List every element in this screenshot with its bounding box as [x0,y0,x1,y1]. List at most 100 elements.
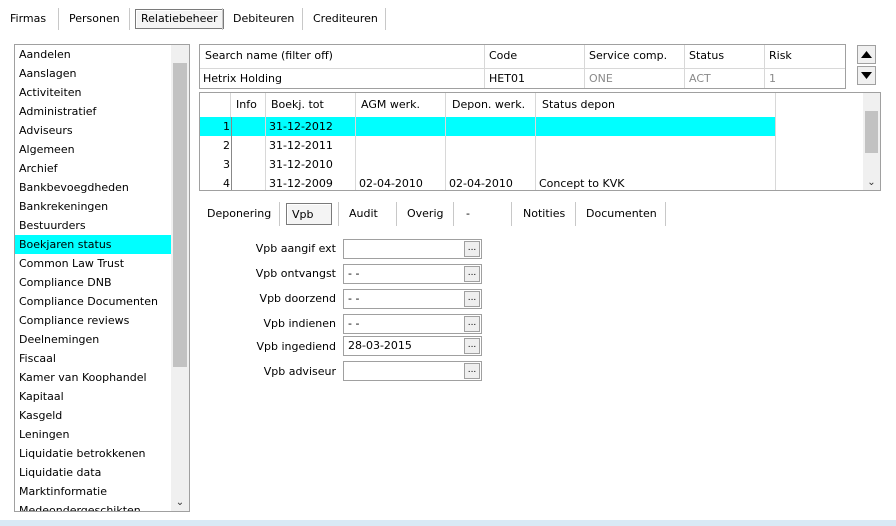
vpb-doorzend-field[interactable]: - - ... [343,289,482,309]
scrollbar-thumb[interactable] [865,111,878,153]
chevron-down-icon[interactable]: ⌄ [174,497,186,509]
grid-col-divider [231,117,232,190]
list-item[interactable]: Bankrekeningen [15,197,171,216]
grid-col-divider [775,93,776,190]
top-tab-bar: Firmas Personen Relatiebeheer Debiteuren… [0,0,896,36]
tab-vpb[interactable]: Vpb [286,203,332,225]
field-value: - - [348,292,360,305]
tab-divider [511,202,512,226]
triangle-up-icon [861,51,872,58]
grid-col-divider [535,93,536,190]
cell-boekj-tot: 31-12-2009 [269,177,333,190]
list-item[interactable]: Activiteiten [15,83,171,102]
col-header-agm-werk[interactable]: AGM werk. [358,95,420,114]
list-item[interactable]: Aanslagen [15,64,171,83]
list-item[interactable]: Compliance reviews [15,311,171,330]
next-record-button[interactable] [857,66,876,85]
list-item[interactable]: Medeondergeschikten [15,501,171,511]
tab-divider [279,202,280,226]
col-header-code[interactable]: Code [484,45,582,67]
col-header-risk[interactable]: Risk [764,45,844,67]
tab-divider [385,8,386,30]
grid-col-divider [355,93,356,190]
tab-dash[interactable]: - [466,203,470,225]
list-item[interactable]: Compliance DNB [15,273,171,292]
list-item[interactable]: Liquidatie betrokkenen [15,444,171,463]
list-item[interactable]: Marktinformatie [15,482,171,501]
col-header-service-comp[interactable]: Service comp. [584,45,682,67]
list-item[interactable]: Archief [15,159,171,178]
tab-personen[interactable]: Personen [69,10,120,28]
cell-boekj-tot: 31-12-2011 [269,139,333,152]
category-list[interactable]: Aandelen Aanslagen Activiteiten Administ… [14,44,190,512]
row-number: 1 [223,120,230,133]
ellipsis-button[interactable]: ... [464,316,480,332]
tab-overig[interactable]: Overig [407,203,444,225]
row-number: 2 [223,139,230,152]
tab-documenten[interactable]: Documenten [586,203,657,225]
list-item[interactable]: Kapitaal [15,387,171,406]
list-item[interactable]: Algemeen [15,140,171,159]
list-item[interactable]: Fiscaal [15,349,171,368]
tab-relatiebeheer[interactable]: Relatiebeheer [135,9,224,29]
ellipsis-button[interactable]: ... [464,291,480,307]
list-item[interactable]: Compliance Documenten [15,292,171,311]
relation-risk: 1 [769,72,776,85]
list-item[interactable]: Liquidatie data [15,463,171,482]
list-item[interactable]: Bestuurders [15,216,171,235]
label-vpb-doorzend: Vpb doorzend [259,292,336,305]
vpb-ontvangst-field[interactable]: - - ... [343,264,482,284]
label-vpb-adviseur: Vpb adviseur [263,365,336,378]
scrollbar-thumb[interactable] [173,63,187,367]
prev-record-button[interactable] [857,45,876,64]
tab-firmas[interactable]: Firmas [10,10,46,28]
ellipsis-button[interactable]: ... [464,266,480,282]
tab-debiteuren[interactable]: Debiteuren [233,10,294,28]
grid-col-divider [230,93,231,117]
tab-divider [665,202,666,226]
vpb-ingediend-field[interactable]: 28-03-2015 ... [343,336,482,356]
list-item[interactable]: Kasgeld [15,406,171,425]
field-value: - - [348,317,360,330]
col-header-depon-werk[interactable]: Depon. werk. [449,95,525,114]
list-item[interactable]: Adviseurs [15,121,171,140]
relation-status: ACT [689,72,711,85]
chevron-down-icon[interactable]: ⌄ [866,177,877,189]
col-header-boekj-tot[interactable]: Boekj. tot [268,95,324,114]
tab-divider [575,202,576,226]
vpb-indienen-field[interactable]: - - ... [343,314,482,334]
tab-deponering[interactable]: Deponering [207,203,271,225]
tab-notities[interactable]: Notities [523,203,565,225]
grid-scrollbar[interactable]: ⌄ [863,93,880,190]
tab-divider [453,202,454,226]
label-vpb-indienen: Vpb indienen [263,317,336,330]
list-item[interactable]: Kamer van Koophandel [15,368,171,387]
row-number: 3 [223,158,230,171]
list-item-selected[interactable]: Boekjaren status [15,235,171,254]
vpb-aangif-ext-field[interactable]: ... [343,239,482,259]
list-item[interactable]: Deelnemingen [15,330,171,349]
col-header-info[interactable]: Info [233,95,257,114]
list-item[interactable]: Leningen [15,425,171,444]
field-value: - - [348,267,360,280]
list-scrollbar[interactable]: ⌄ [171,45,189,511]
fiscal-years-grid[interactable]: Info Boekj. tot AGM werk. Depon. werk. S… [199,92,881,191]
list-item[interactable]: Bankbevoegdheden [15,178,171,197]
ellipsis-button[interactable]: ... [464,338,480,354]
tab-divider [396,202,397,226]
relation-service-comp: ONE [589,72,613,85]
col-header-search-name[interactable]: Search name (filter off) [200,45,483,67]
col-header-status[interactable]: Status [684,45,762,67]
list-item[interactable]: Administratief [15,102,171,121]
tab-crediteuren[interactable]: Crediteuren [313,10,378,28]
list-item[interactable]: Aandelen [15,45,171,64]
list-item[interactable]: Common Law Trust [15,254,171,273]
triangle-down-icon [861,72,872,79]
col-header-status-depon[interactable]: Status depon [539,95,615,114]
ellipsis-button[interactable]: ... [464,241,480,257]
grid-col-divider [584,45,585,88]
vpb-adviseur-field[interactable]: ... [343,361,482,381]
grid-col-divider [484,45,485,88]
tab-audit[interactable]: Audit [349,203,378,225]
ellipsis-button[interactable]: ... [464,363,480,379]
